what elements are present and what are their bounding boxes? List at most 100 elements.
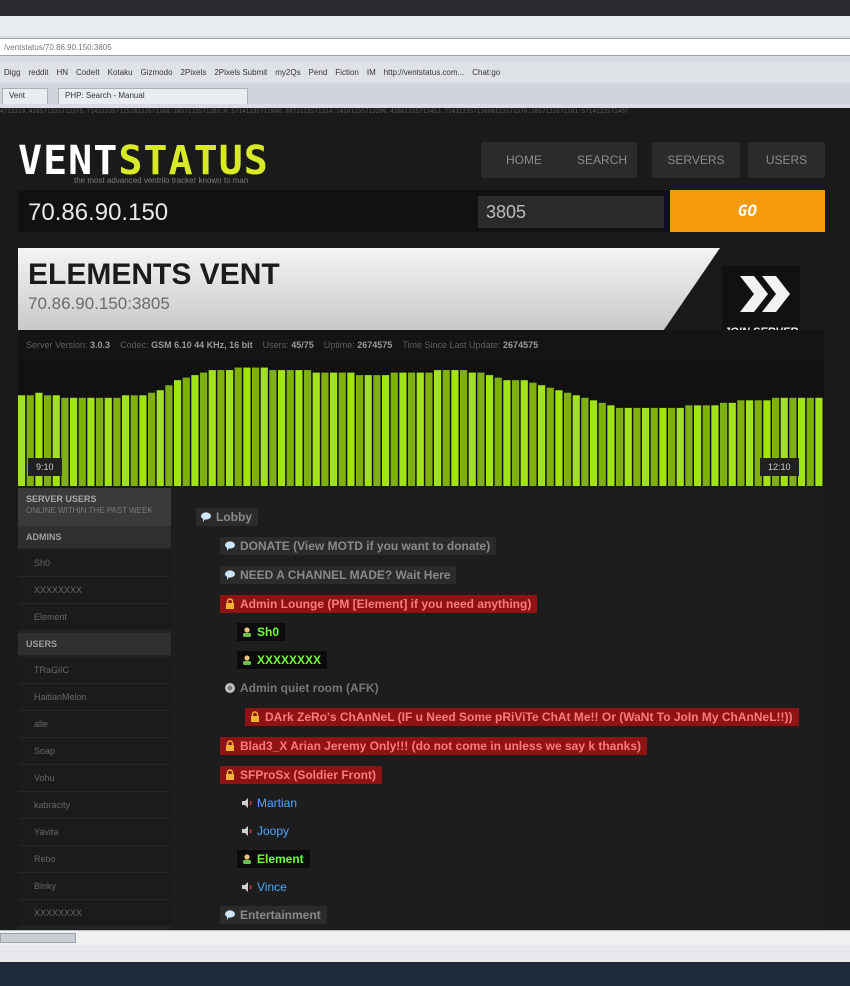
- channel-blad3[interactable]: Blad3_X Arian Jeremy Only!!! (do not com…: [220, 737, 648, 755]
- graph-bar: [243, 367, 251, 486]
- address-bar[interactable]: /ventstatus/70.86.90.150:3805: [0, 38, 850, 56]
- site-tagline: the most advanced ventrilo tracker known…: [74, 176, 249, 185]
- stat-codec: Codec: GSM 6.10 44 KHz, 16 bit: [120, 340, 253, 350]
- sidebar-user-item[interactable]: Yavita: [18, 819, 171, 846]
- graph-bar: [217, 370, 225, 486]
- stat-version: Server Version: 3.0.3: [26, 340, 111, 350]
- nav-home[interactable]: HOME: [481, 142, 567, 178]
- graph-bar: [598, 402, 606, 486]
- port-input[interactable]: [478, 196, 664, 228]
- horizontal-scrollbar[interactable]: [0, 930, 850, 945]
- bookmark-item[interactable]: my2Qs: [275, 68, 300, 77]
- user-sh0[interactable]: Sh0: [237, 623, 286, 641]
- sidebar-user-item[interactable]: XXXXXXXX: [18, 900, 171, 927]
- graph-bar: [113, 397, 121, 486]
- sidebar-user-item[interactable]: Binky: [18, 873, 171, 900]
- graph-bar: [460, 370, 468, 486]
- channel-need-channel[interactable]: NEED A CHANNEL MADE? Wait Here: [220, 566, 457, 584]
- ip-input[interactable]: [26, 196, 470, 230]
- channel-admin-lounge[interactable]: Admin Lounge (PM [Element] if you need a…: [220, 595, 538, 613]
- sidebar-admin-item[interactable]: XXXXXXXX: [18, 577, 171, 604]
- server-users-sidebar: SERVER USERS ONLINE WITHIN THE PAST WEEK…: [18, 488, 171, 930]
- bookmark-item[interactable]: Chat:go: [472, 68, 500, 77]
- bookmark-item[interactable]: Pend: [309, 68, 328, 77]
- browser-tab[interactable]: Vent: [2, 88, 48, 104]
- lock-icon: [226, 598, 234, 609]
- graph-bar: [148, 392, 156, 486]
- sidebar-user-item[interactable]: Rebo: [18, 846, 171, 873]
- bookmark-item[interactable]: HN: [56, 68, 68, 77]
- graph-bar: [607, 405, 615, 486]
- channel-label: DONATE (View MOTD if you want to donate): [240, 539, 491, 553]
- scrollbar-thumb[interactable]: [0, 933, 76, 943]
- user-name: Vince: [257, 880, 287, 894]
- browser-tab[interactable]: PHP: Search - Manual: [58, 88, 248, 104]
- channel-label: NEED A CHANNEL MADE? Wait Here: [240, 568, 451, 582]
- user-icon: [243, 627, 251, 637]
- usage-graph-svg: [18, 367, 823, 486]
- speaker-icon: [242, 798, 252, 808]
- user-icon: [243, 655, 251, 665]
- bookmark-item[interactable]: Fiction: [335, 68, 359, 77]
- sidebar-user-item[interactable]: Soap: [18, 738, 171, 765]
- lock-icon: [226, 740, 234, 751]
- sidebar-admin-item[interactable]: Sh0: [18, 550, 171, 577]
- graph-bar: [806, 397, 814, 486]
- channel-admin-quiet[interactable]: Admin quiet room (AFK): [220, 679, 385, 697]
- bookmark-item[interactable]: 2Pixels Submit: [214, 68, 267, 77]
- bookmark-item[interactable]: reddit: [28, 68, 48, 77]
- graph-bar: [477, 372, 485, 486]
- bookmark-item[interactable]: Gizmodo: [141, 68, 173, 77]
- user-joopy[interactable]: Joopy: [237, 822, 295, 840]
- graph-bar: [191, 375, 199, 486]
- graph-start-time: 9:10: [28, 458, 62, 476]
- sidebar-admin-item[interactable]: Element: [18, 604, 171, 631]
- user-xxxxxxxx[interactable]: XXXXXXXX: [237, 651, 328, 669]
- bookmark-item[interactable]: Digg: [4, 68, 20, 77]
- user-name: Sh0: [257, 625, 280, 639]
- graph-end-time: 12:10: [760, 458, 799, 476]
- nav-users[interactable]: USERS: [748, 142, 825, 178]
- bookmark-item[interactable]: CodeIt: [76, 68, 100, 77]
- bookmark-item[interactable]: IM: [367, 68, 376, 77]
- graph-bar: [624, 407, 632, 486]
- channel-entertainment[interactable]: Entertainment: [220, 906, 327, 924]
- graph-bar: [18, 395, 26, 486]
- graph-bar: [572, 395, 580, 486]
- user-element[interactable]: Element: [237, 850, 310, 868]
- graph-bar: [347, 372, 355, 486]
- channel-label: Entertainment: [240, 908, 321, 922]
- channel-donate[interactable]: DONATE (View MOTD if you want to donate): [220, 537, 497, 555]
- graph-bar: [96, 397, 104, 486]
- channel-label: Blad3_X Arian Jeremy Only!!! (do not com…: [240, 739, 642, 753]
- channel-sfprosx[interactable]: SFProSx (Soldier Front): [220, 766, 383, 784]
- user-vince[interactable]: Vince: [237, 878, 293, 896]
- go-button[interactable]: GO: [670, 190, 825, 232]
- graph-bar: [520, 380, 528, 486]
- nav-search[interactable]: SEARCH: [567, 142, 637, 178]
- channel-label: Lobby: [216, 510, 252, 524]
- sidebar-user-item[interactable]: kabracity: [18, 792, 171, 819]
- nav-servers[interactable]: SERVERS: [652, 142, 740, 178]
- bookmark-item[interactable]: http://ventstatus.com...: [384, 68, 464, 77]
- bookmark-item[interactable]: Kotaku: [108, 68, 133, 77]
- user-martian[interactable]: Martian: [237, 794, 303, 812]
- user-icon: [243, 854, 251, 864]
- graph-bar: [451, 370, 459, 486]
- sidebar-user-item[interactable]: TRaGiIC: [18, 657, 171, 684]
- graph-bar: [720, 402, 728, 486]
- graph-bar: [685, 405, 693, 486]
- bookmark-item[interactable]: 2Pixels: [181, 68, 207, 77]
- sidebar-user-item[interactable]: HaitianMelon: [18, 684, 171, 711]
- lock-icon: [226, 769, 234, 780]
- browser-menu-strip: [0, 16, 850, 36]
- channel-dark-zero[interactable]: DArk ZeRo's ChAnNeL (IF u Need Some pRiV…: [245, 708, 799, 726]
- graph-bar: [373, 375, 381, 486]
- sidebar-user-item[interactable]: alle: [18, 711, 171, 738]
- channel-lobby[interactable]: Lobby: [196, 508, 258, 526]
- graph-bar: [659, 407, 667, 486]
- graph-bar: [815, 397, 823, 486]
- sidebar-user-item[interactable]: Vohu: [18, 765, 171, 792]
- graph-bar: [642, 407, 650, 486]
- graph-bar: [70, 397, 78, 486]
